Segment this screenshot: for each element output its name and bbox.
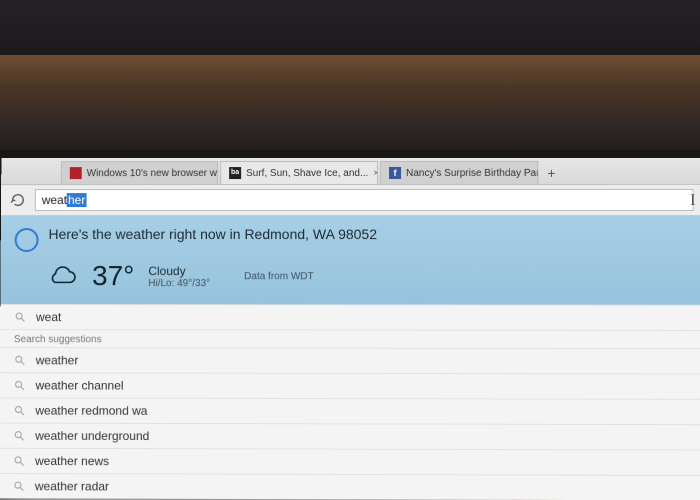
search-icon: [14, 311, 26, 323]
tab-label: Surf, Sun, Shave Ice, and...: [246, 167, 368, 178]
suggestion-text: weather news: [35, 454, 109, 468]
data-source: Data from WDT: [244, 271, 314, 282]
search-icon: [14, 354, 26, 366]
tab-1[interactable]: ba Surf, Sun, Shave Ice, and... ×: [220, 161, 378, 184]
nav-bar: weather I: [1, 185, 700, 216]
suggestion-item[interactable]: weather news: [0, 448, 700, 475]
cortana-icon: [15, 228, 39, 252]
suggestion-text: weather channel: [36, 378, 124, 392]
suggestion-section-label: Search suggestions: [0, 329, 700, 348]
cortana-headline: Here's the weather right now in Redmond,…: [48, 226, 377, 242]
reload-button[interactable]: [9, 191, 27, 209]
browser-window: Windows 10's new browser w... ba Surf, S…: [0, 158, 700, 500]
search-icon: [13, 430, 25, 442]
suggestion-text: weather redmond wa: [35, 404, 147, 418]
tab-0[interactable]: Windows 10's new browser w...: [61, 161, 218, 184]
favicon-ba: ba: [229, 167, 241, 179]
suggestion-text: weather radar: [35, 479, 109, 493]
suggestion-item[interactable]: weather redmond wa: [0, 397, 700, 424]
suggestion-item[interactable]: weather underground: [0, 423, 700, 450]
search-icon: [13, 480, 25, 492]
favicon-facebook: f: [389, 167, 401, 179]
suggestion-text: weather underground: [35, 429, 149, 443]
cortana-answer-card: Here's the weather right now in Redmond,…: [0, 216, 700, 305]
condition: Cloudy: [148, 264, 210, 278]
tab-2[interactable]: f Nancy's Surprise Birthday Par...: [380, 161, 538, 184]
new-tab-button[interactable]: +: [540, 162, 562, 184]
close-icon[interactable]: ×: [373, 167, 378, 178]
cloud-icon: [44, 264, 78, 288]
address-bar[interactable]: weather: [35, 189, 694, 211]
search-icon: [14, 379, 26, 391]
search-icon: [13, 455, 25, 467]
suggestion-text: weather: [36, 353, 79, 367]
suggestion-item[interactable]: weather channel: [0, 372, 700, 399]
address-typed: weat: [42, 193, 67, 207]
temperature: 37°: [92, 260, 134, 292]
favicon-vivaldi: [70, 167, 82, 179]
address-autocomplete: her: [67, 193, 86, 207]
suggestion-item[interactable]: weather radar: [0, 473, 700, 500]
tab-label: Nancy's Surprise Birthday Par...: [406, 167, 538, 178]
suggestion-list: weat Search suggestions weather weather c…: [0, 304, 700, 500]
suggestion-item[interactable]: weather: [0, 347, 700, 373]
suggestion-top[interactable]: weat: [0, 304, 700, 330]
tab-bar: Windows 10's new browser w... ba Surf, S…: [1, 158, 700, 185]
hi-lo: Hi/Lo: 49°/33°: [148, 278, 210, 289]
tab-label: Windows 10's new browser w...: [87, 168, 219, 179]
page-glyph: I: [690, 192, 696, 210]
suggestion-text: weat: [36, 310, 61, 324]
search-icon: [13, 404, 25, 416]
reload-icon: [10, 192, 26, 208]
